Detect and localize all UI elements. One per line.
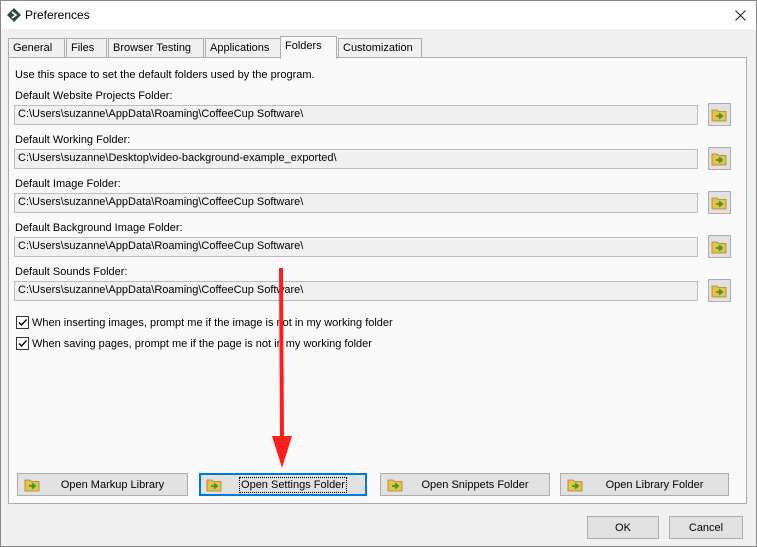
prompt-pages-label: When saving pages, prompt me if the page…: [32, 337, 372, 350]
folder-open-icon: [24, 479, 40, 492]
open-settings-folder-button[interactable]: Open Settings Folder: [199, 473, 367, 496]
title-bar[interactable]: Preferences: [1, 1, 756, 29]
folder-open-icon: [711, 197, 727, 209]
folder-open-icon: [387, 479, 403, 492]
tab-files[interactable]: Files: [66, 38, 107, 58]
prompt-pages-checkbox[interactable]: [16, 337, 29, 350]
sounds-folder-field[interactable]: C:\Users\suzanne\AppData\Roaming\CoffeeC…: [14, 281, 698, 301]
folder-open-icon: [206, 479, 222, 492]
checkmark-icon: [18, 340, 28, 348]
browse-background-image-folder-button[interactable]: [708, 235, 731, 258]
open-settings-folder-label: Open Settings Folder: [239, 476, 347, 493]
sounds-folder-label: Default Sounds Folder:: [15, 266, 128, 278]
open-library-folder-button[interactable]: Open Library Folder: [560, 473, 729, 496]
close-icon: [734, 9, 746, 21]
image-folder-field[interactable]: C:\Users\suzanne\AppData\Roaming\CoffeeC…: [14, 193, 698, 213]
open-library-folder-label: Open Library Folder: [605, 478, 704, 491]
folder-open-icon: [711, 153, 727, 165]
checkmark-icon: [18, 319, 28, 327]
folder-open-icon: [711, 109, 727, 121]
prompt-images-checkbox[interactable]: [16, 316, 29, 329]
close-button[interactable]: [725, 3, 755, 27]
prompt-images-label: When inserting images, prompt me if the …: [32, 316, 393, 329]
tab-customization[interactable]: Customization: [338, 38, 422, 58]
website-projects-folder-field[interactable]: C:\Users\suzanne\AppData\Roaming\CoffeeC…: [14, 105, 698, 125]
tab-applications[interactable]: Applications: [205, 38, 281, 58]
folder-open-icon: [711, 285, 727, 297]
browse-image-folder-button[interactable]: [708, 191, 731, 214]
folder-open-icon: [711, 241, 727, 253]
browse-working-folder-button[interactable]: [708, 147, 731, 170]
tab-folders[interactable]: Folders: [280, 36, 337, 59]
open-markup-library-button[interactable]: Open Markup Library: [17, 473, 188, 496]
tab-general[interactable]: General: [8, 38, 65, 58]
prompt-pages-option[interactable]: When saving pages, prompt me if the page…: [16, 337, 372, 350]
app-logo-icon: [7, 8, 21, 22]
browse-website-projects-folder-button[interactable]: [708, 103, 731, 126]
prompt-images-option[interactable]: When inserting images, prompt me if the …: [16, 316, 393, 329]
working-folder-field[interactable]: C:\Users\suzanne\Desktop\video-backgroun…: [14, 149, 698, 169]
window-title: Preferences: [25, 8, 90, 22]
cancel-button[interactable]: Cancel: [669, 516, 743, 539]
folder-open-icon: [567, 479, 583, 492]
ok-button[interactable]: OK: [587, 516, 659, 539]
open-snippets-folder-button[interactable]: Open Snippets Folder: [380, 473, 550, 496]
open-markup-library-label: Open Markup Library: [60, 478, 165, 491]
open-snippets-folder-label: Open Snippets Folder: [421, 478, 529, 491]
image-folder-label: Default Image Folder:: [15, 178, 121, 190]
working-folder-label: Default Working Folder:: [15, 134, 131, 146]
browse-sounds-folder-button[interactable]: [708, 279, 731, 302]
annotation-arrow-icon: [272, 268, 292, 468]
folders-description: Use this space to set the default folder…: [15, 69, 315, 81]
tab-browser-testing[interactable]: Browser Testing: [108, 38, 204, 58]
background-image-folder-label: Default Background Image Folder:: [15, 222, 183, 234]
website-projects-folder-label: Default Website Projects Folder:: [15, 90, 173, 102]
background-image-folder-field[interactable]: C:\Users\suzanne\AppData\Roaming\CoffeeC…: [14, 237, 698, 257]
